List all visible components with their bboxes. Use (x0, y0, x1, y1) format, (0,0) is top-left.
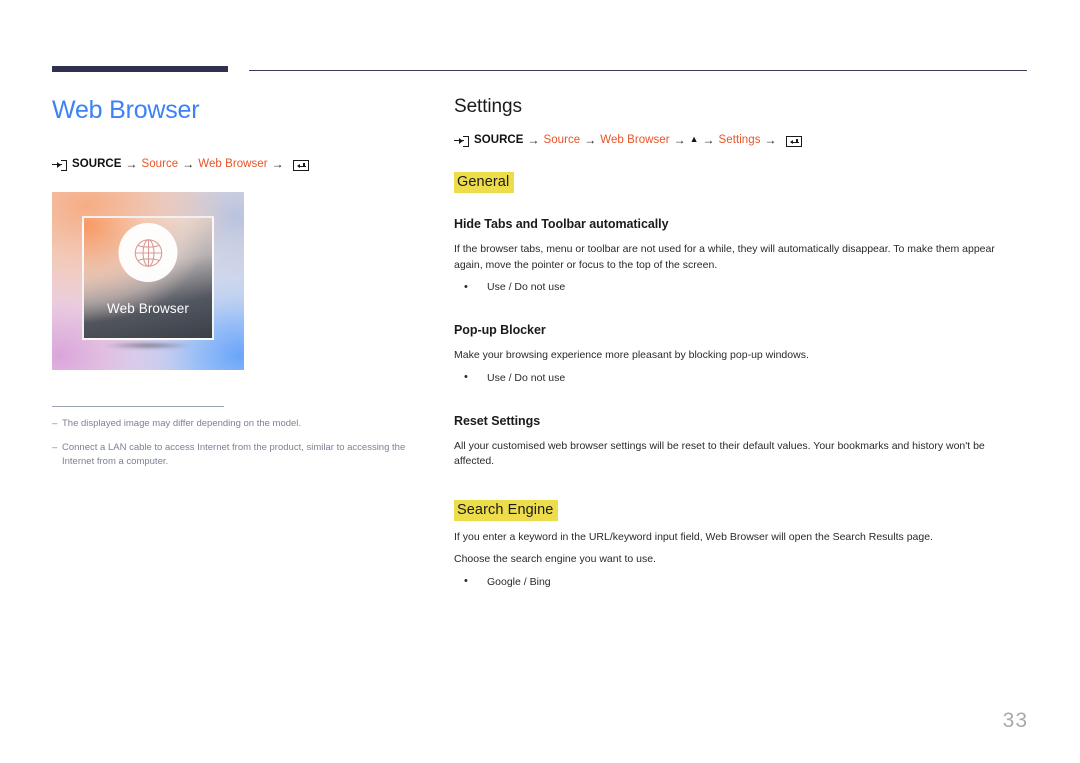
list-item: Use / Do not use (454, 369, 1028, 386)
list-item: Google / Bing (454, 573, 1028, 590)
enter-key-icon (292, 159, 309, 171)
thumbnail-shadow (90, 341, 206, 350)
breadcrumb-item-web-browser[interactable]: Web Browser (198, 156, 267, 172)
breadcrumb-source-label: SOURCE (72, 158, 122, 170)
web-browser-thumbnail: Web Browser (52, 192, 244, 370)
note-text: Connect a LAN cable to access Internet f… (62, 442, 406, 467)
settings-title: Settings (454, 96, 522, 117)
search-engine-bullets: Google / Bing (454, 573, 1028, 590)
subsection-title-popup-blocker: Pop-up Blocker (454, 323, 546, 337)
section-heading-search-engine: Search Engine (454, 499, 559, 521)
breadcrumb-source-label: SOURCE (474, 134, 524, 146)
breadcrumb-arrow-icon: → (702, 133, 715, 147)
header-rule-thick (52, 66, 228, 72)
header-rules (0, 0, 1080, 80)
breadcrumb-arrow-icon: → (271, 157, 284, 171)
note-item: – The displayed image may differ dependi… (52, 417, 407, 431)
note-dash: – (52, 442, 58, 453)
section-general: General (454, 172, 1028, 193)
breadcrumb-item-settings[interactable]: Settings (719, 132, 761, 148)
breadcrumb-item-source[interactable]: Source (544, 132, 581, 148)
section-search-engine: Search Engine (454, 499, 1028, 521)
header-rule-thin (249, 70, 1027, 71)
subsection-bullets-hide-tabs: Use / Do not use (454, 279, 1028, 295)
breadcrumb-arrow-icon: → (527, 133, 540, 147)
search-engine-body-1: If you enter a keyword in the URL/keywor… (454, 530, 933, 543)
notes-list: – The displayed image may differ dependi… (52, 417, 422, 469)
triangle-up-icon: ▲ (689, 134, 699, 144)
breadcrumb-item-web-browser[interactable]: Web Browser (600, 132, 669, 148)
left-column: Web Browser SOURCE → Source → Web Browse… (52, 95, 422, 479)
breadcrumb-arrow-icon: → (125, 157, 138, 171)
section-heading-general: General (454, 172, 515, 193)
note-text: The displayed image may differ depending… (62, 418, 302, 429)
breadcrumb-arrow-icon: → (764, 133, 777, 147)
breadcrumb-right: SOURCE → Source → Web Browser → ▲ → Sett… (454, 132, 1028, 148)
subsection-body-reset-settings: All your customised web browser settings… (454, 439, 985, 468)
note-dash: – (52, 418, 58, 429)
subsection-bullets-popup-blocker: Use / Do not use (454, 369, 1028, 386)
enter-key-icon (785, 135, 802, 147)
list-item: Use / Do not use (454, 279, 1028, 295)
note-item: – Connect a LAN cable to access Internet… (52, 441, 407, 469)
thumbnail-label: Web Browser (107, 301, 189, 316)
source-input-icon (52, 159, 67, 171)
page-title: Web Browser (52, 96, 200, 124)
subsection-body-popup-blocker: Make your browsing experience more pleas… (454, 349, 809, 361)
subsection-title-reset-settings: Reset Settings (454, 413, 541, 428)
subsection-title-hide-tabs: Hide Tabs and Toolbar automatically (454, 217, 669, 231)
breadcrumb-arrow-icon: → (182, 157, 195, 171)
page-number: 33 (1002, 709, 1028, 732)
breadcrumb-arrow-icon: → (584, 133, 597, 147)
breadcrumb-item-source[interactable]: Source (142, 156, 179, 172)
right-column: Settings SOURCE → Source → Web Browser →… (454, 95, 1028, 590)
globe-icon (118, 223, 178, 282)
notes-divider (52, 406, 224, 407)
search-engine-body-2: Choose the search engine you want to use… (454, 553, 656, 565)
source-input-icon (454, 135, 469, 147)
breadcrumb-arrow-icon: → (673, 133, 686, 147)
breadcrumb-left: SOURCE → Source → Web Browser → (52, 156, 422, 172)
subsection-body-hide-tabs: If the browser tabs, menu or toolbar are… (454, 243, 995, 271)
